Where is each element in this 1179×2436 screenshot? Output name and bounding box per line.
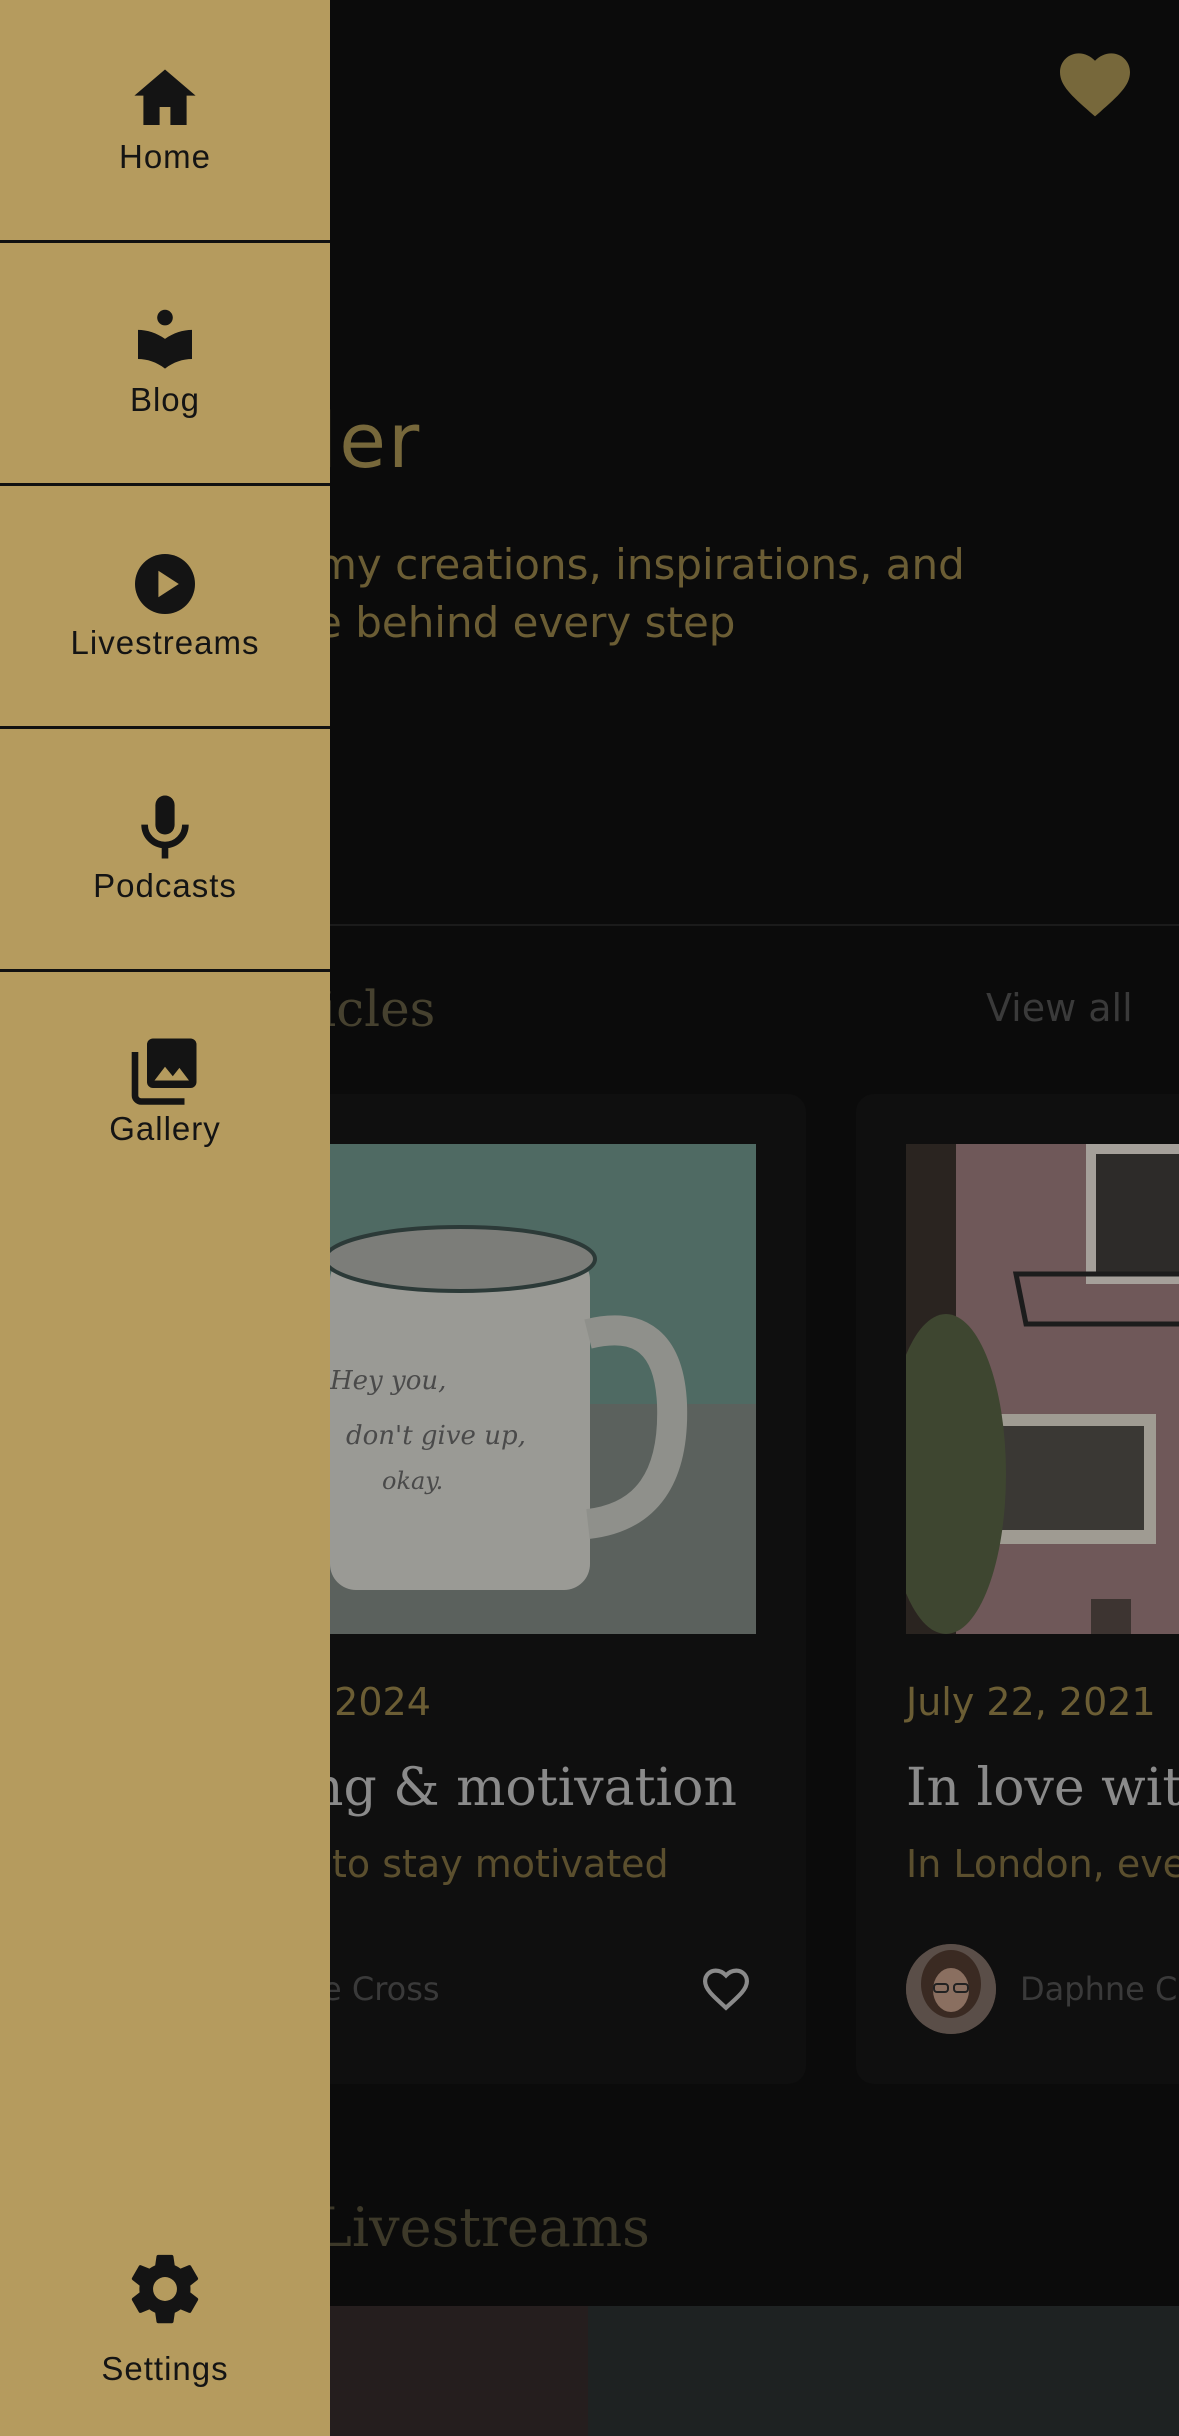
article-author: e Cross: [322, 1970, 440, 2008]
article-title[interactable]: In love with: [906, 1758, 1179, 1818]
photo-library-icon: [131, 1038, 197, 1105]
article-title[interactable]: ng & motivation: [310, 1758, 737, 1818]
nav-item-gallery[interactable]: Gallery: [0, 972, 330, 1212]
nav-item-blog[interactable]: Blog: [0, 243, 330, 486]
view-all-link[interactable]: View all: [986, 986, 1133, 1030]
home-icon: [134, 69, 196, 125]
livestream-thumbnail[interactable]: [330, 2306, 588, 2436]
nav-item-podcasts[interactable]: Podcasts: [0, 729, 330, 972]
article-author: Daphne C: [1020, 1970, 1178, 2008]
article-description: In London, eve: [906, 1842, 1179, 1886]
nav-item-home[interactable]: Home: [0, 0, 330, 243]
nav-item-livestreams[interactable]: Livestreams: [0, 486, 330, 729]
nav-label-home: Home: [118, 138, 212, 175]
article-image-building: [906, 1144, 1179, 1634]
article-card[interactable]: Hey you, don't give up, okay. , 2024 ng …: [250, 1094, 806, 2084]
nav-label-podcasts: Podcasts: [93, 867, 237, 904]
heart-icon[interactable]: [1056, 48, 1134, 118]
book-reader-icon: [138, 309, 192, 369]
livestream-thumbnail[interactable]: [588, 2306, 1179, 2436]
article-date: July 22, 2021: [906, 1680, 1156, 1724]
hero-description-line1: my creations, inspirations, and: [316, 540, 965, 589]
nav-label-settings: Settings: [101, 2350, 229, 2387]
article-card[interactable]: July 22, 2021 In love with In London, ev…: [856, 1094, 1179, 2084]
mug-text-line2: don't give up,: [346, 1421, 526, 1451]
hero-description-line2: e behind every step: [316, 598, 736, 647]
nav-label-gallery: Gallery: [109, 1110, 221, 1147]
article-description: to stay motivated: [332, 1842, 669, 1886]
gear-icon: [131, 2254, 199, 2324]
nav-label-blog: Blog: [129, 381, 201, 418]
nav-label-livestreams: Livestreams: [70, 624, 260, 661]
play-circle-icon: [135, 554, 195, 614]
avatar: [906, 1944, 996, 2034]
microphone-icon: [141, 795, 189, 859]
nav-item-settings[interactable]: Settings: [0, 2240, 330, 2436]
navigation-drawer: Home Blog Livestreams Podcasts Gallery S…: [0, 0, 330, 2436]
mug-text-line1: Hey you,: [330, 1366, 446, 1396]
livestreams-section-title: Livestreams: [316, 2196, 650, 2259]
article-image-mug: Hey you, don't give up, okay.: [330, 1144, 756, 1634]
mug-text-line3: okay.: [382, 1467, 443, 1495]
heart-outline-icon[interactable]: [700, 1966, 752, 2012]
section-divider: [330, 924, 1179, 926]
